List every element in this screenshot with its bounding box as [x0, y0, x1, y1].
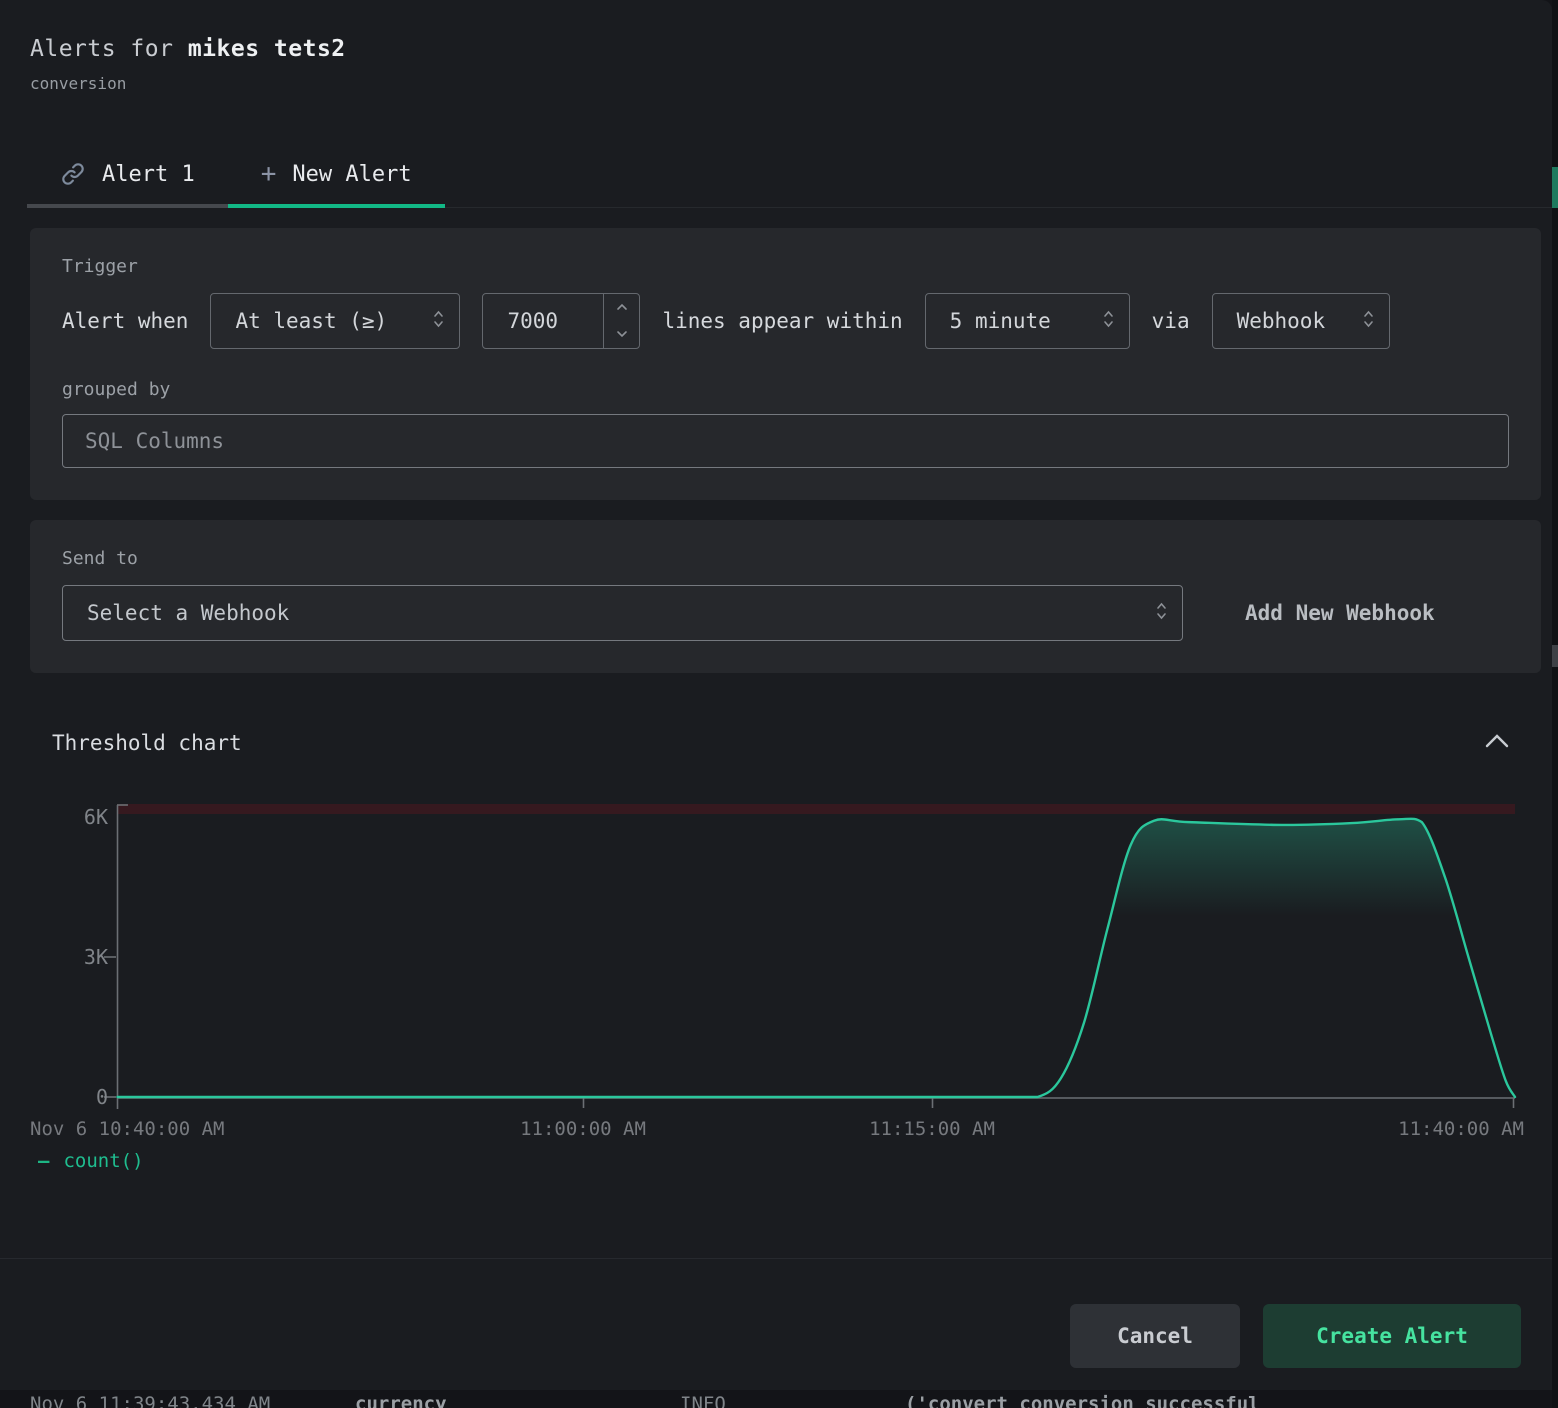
chart-legend: — count()	[38, 1150, 1552, 1172]
tab-new-alert-label: New Alert	[292, 162, 411, 187]
log-attribute: currency	[355, 1393, 447, 1408]
grouped-by-label: grouped by	[62, 379, 1509, 400]
y-tick-0: 0	[8, 1085, 108, 1109]
alert-modal: Alerts for mikes tets2 conversion Alert …	[0, 0, 1552, 1390]
log-timestamp: Nov 6 11:39:43.434 AM	[30, 1393, 270, 1408]
comparator-select[interactable]: At least (≥)	[210, 293, 460, 349]
comparator-value: At least (≥)	[235, 309, 387, 333]
create-alert-button[interactable]: Create Alert	[1263, 1304, 1521, 1368]
stepper-up-button[interactable]	[604, 294, 639, 321]
lines-appear-text: lines appear within	[662, 309, 902, 333]
chevron-updown-icon	[432, 308, 445, 335]
webhook-select-value: Select a Webhook	[87, 601, 289, 625]
via-text: via	[1152, 309, 1190, 333]
cancel-button[interactable]: Cancel	[1070, 1304, 1240, 1368]
chart-canvas[interactable]	[0, 796, 1552, 1114]
page-title-source-name: mikes tets2	[188, 36, 346, 62]
modal-header: Alerts for mikes tets2 conversion	[0, 0, 1552, 93]
channel-value: Webhook	[1237, 309, 1326, 333]
y-tick-6k: 6K	[8, 805, 108, 829]
tab-alert-1-label: Alert 1	[102, 162, 195, 187]
collapse-chart-button[interactable]	[1480, 729, 1514, 756]
time-window-value: 5 minute	[950, 309, 1051, 333]
page-subtitle: conversion	[30, 74, 1522, 93]
page-edge-sliver	[1552, 0, 1558, 1408]
grouped-by-input[interactable]	[62, 414, 1509, 468]
log-message: ('convert conversion successful	[905, 1393, 1260, 1408]
footer-actions: Cancel Create Alert	[1070, 1304, 1521, 1368]
trigger-row: Alert when At least (≥) lines ap	[62, 293, 1509, 349]
threshold-input[interactable]	[483, 294, 603, 348]
tab-new-alert[interactable]: + New Alert	[228, 143, 445, 207]
y-tick-3k: 3K	[8, 945, 108, 969]
alert-when-text: Alert when	[62, 309, 188, 333]
threshold-chart-title: Threshold chart	[52, 731, 242, 755]
send-to-panel: Send to Select a Webhook Add New Webhook	[30, 520, 1541, 673]
webhook-select[interactable]: Select a Webhook	[62, 585, 1183, 641]
x-tick-end: 11:40:00 AM	[1398, 1118, 1524, 1140]
background-log-row: Nov 6 11:39:43.434 AM currency INFO ('co…	[0, 1393, 1558, 1408]
send-to-row: Select a Webhook Add New Webhook	[62, 585, 1509, 641]
chevron-up-icon	[1484, 733, 1510, 749]
legend-line-swatch: —	[38, 1150, 49, 1172]
threshold-number-field	[482, 293, 640, 349]
tab-alert-1[interactable]: Alert 1	[27, 143, 228, 207]
threshold-chart-header: Threshold chart	[52, 729, 1514, 756]
alert-tabs: Alert 1 + New Alert	[27, 143, 1552, 208]
time-window-select[interactable]: 5 minute	[925, 293, 1130, 349]
stepper-down-button[interactable]	[604, 321, 639, 348]
chevron-updown-icon	[1362, 308, 1375, 335]
trigger-panel: Trigger Alert when At least (≥)	[30, 228, 1541, 500]
add-new-webhook-button[interactable]: Add New Webhook	[1245, 601, 1435, 625]
edge-fragment-green	[1552, 167, 1558, 208]
channel-select[interactable]: Webhook	[1212, 293, 1390, 349]
plus-icon: +	[261, 161, 277, 187]
legend-series-name: count()	[63, 1150, 143, 1172]
log-level: INFO	[680, 1393, 726, 1408]
x-tick-1115: 11:15:00 AM	[869, 1118, 995, 1140]
trigger-label: Trigger	[62, 256, 1509, 277]
send-to-label: Send to	[62, 548, 1509, 569]
threshold-band	[117, 804, 1515, 814]
edge-fragment-gray	[1552, 645, 1558, 667]
x-tick-1100: 11:00:00 AM	[520, 1118, 646, 1140]
link-icon	[60, 161, 86, 187]
footer-divider	[0, 1258, 1552, 1259]
page-title-prefix: Alerts for	[30, 36, 188, 62]
series-area	[118, 819, 1516, 1097]
x-tick-start: Nov 6 10:40:00 AM	[30, 1118, 224, 1140]
page-title: Alerts for mikes tets2	[30, 36, 1522, 62]
threshold-chart: 6K 3K 0 Nov 6 10:40:00 AM 11:00:00 AM 11…	[0, 796, 1552, 1126]
chevron-updown-icon	[1155, 600, 1168, 627]
number-stepper	[603, 294, 639, 348]
chevron-updown-icon	[1102, 308, 1115, 335]
